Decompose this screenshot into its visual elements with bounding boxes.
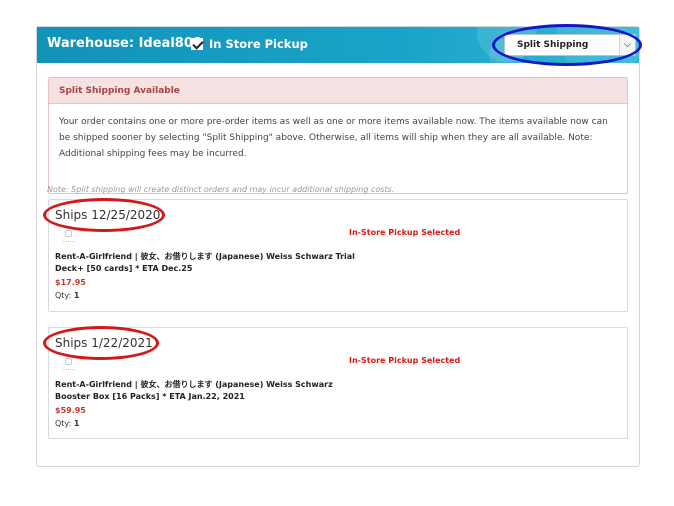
shipping-method-value: Split Shipping xyxy=(517,40,589,50)
shipment-date: Ships 12/25/2020 xyxy=(55,208,161,222)
item-price: $59.95 xyxy=(55,406,86,415)
item-title[interactable]: Rent-A-Girlfriend | 彼女、お借りします (Japanese)… xyxy=(55,251,355,275)
shipment-card: Ships 1/22/2021 In-Store Pickup Selected… xyxy=(43,326,628,439)
item-title[interactable]: Rent-A-Girlfriend | 彼女、お借りします (Japanese)… xyxy=(55,379,355,403)
qty-label: Qty: xyxy=(55,291,72,300)
alert-title: Split Shipping Available xyxy=(49,78,627,104)
product-thumbnail-icon[interactable] xyxy=(63,230,75,250)
in-store-pickup-toggle[interactable]: In Store Pickup xyxy=(191,37,308,51)
item-qty: Qty: 1 xyxy=(55,291,79,300)
shipment-card: Ships 12/25/2020 In-Store Pickup Selecte… xyxy=(43,198,628,312)
split-shipping-alert: Split Shipping Available Your order cont… xyxy=(48,77,628,194)
product-thumbnail-icon[interactable] xyxy=(63,358,75,378)
in-store-pickup-checkbox[interactable] xyxy=(191,38,203,50)
split-shipping-note: Note: Split shipping will create distinc… xyxy=(47,185,395,194)
shipping-method-select[interactable]: Split Shipping ⌵ xyxy=(504,34,636,56)
qty-value: 1 xyxy=(73,291,80,300)
warehouse-title: Warehouse: Ideal808 xyxy=(47,36,202,51)
warehouse-panel: Warehouse: Ideal808 In Store Pickup Spli… xyxy=(36,24,642,467)
item-price: $17.95 xyxy=(55,278,86,287)
chevron-down-icon[interactable]: ⌵ xyxy=(619,35,635,55)
pickup-status: In-Store Pickup Selected xyxy=(349,228,461,237)
qty-label: Qty: xyxy=(55,419,72,428)
item-qty: Qty: 1 xyxy=(55,419,79,428)
panel-header: Warehouse: Ideal808 In Store Pickup Spli… xyxy=(37,27,639,63)
shipment-date: Ships 1/22/2021 xyxy=(55,336,153,350)
in-store-pickup-label: In Store Pickup xyxy=(209,37,308,51)
qty-value: 1 xyxy=(73,419,80,428)
pickup-status: In-Store Pickup Selected xyxy=(349,356,461,365)
alert-body: Your order contains one or more pre-orde… xyxy=(59,117,608,159)
